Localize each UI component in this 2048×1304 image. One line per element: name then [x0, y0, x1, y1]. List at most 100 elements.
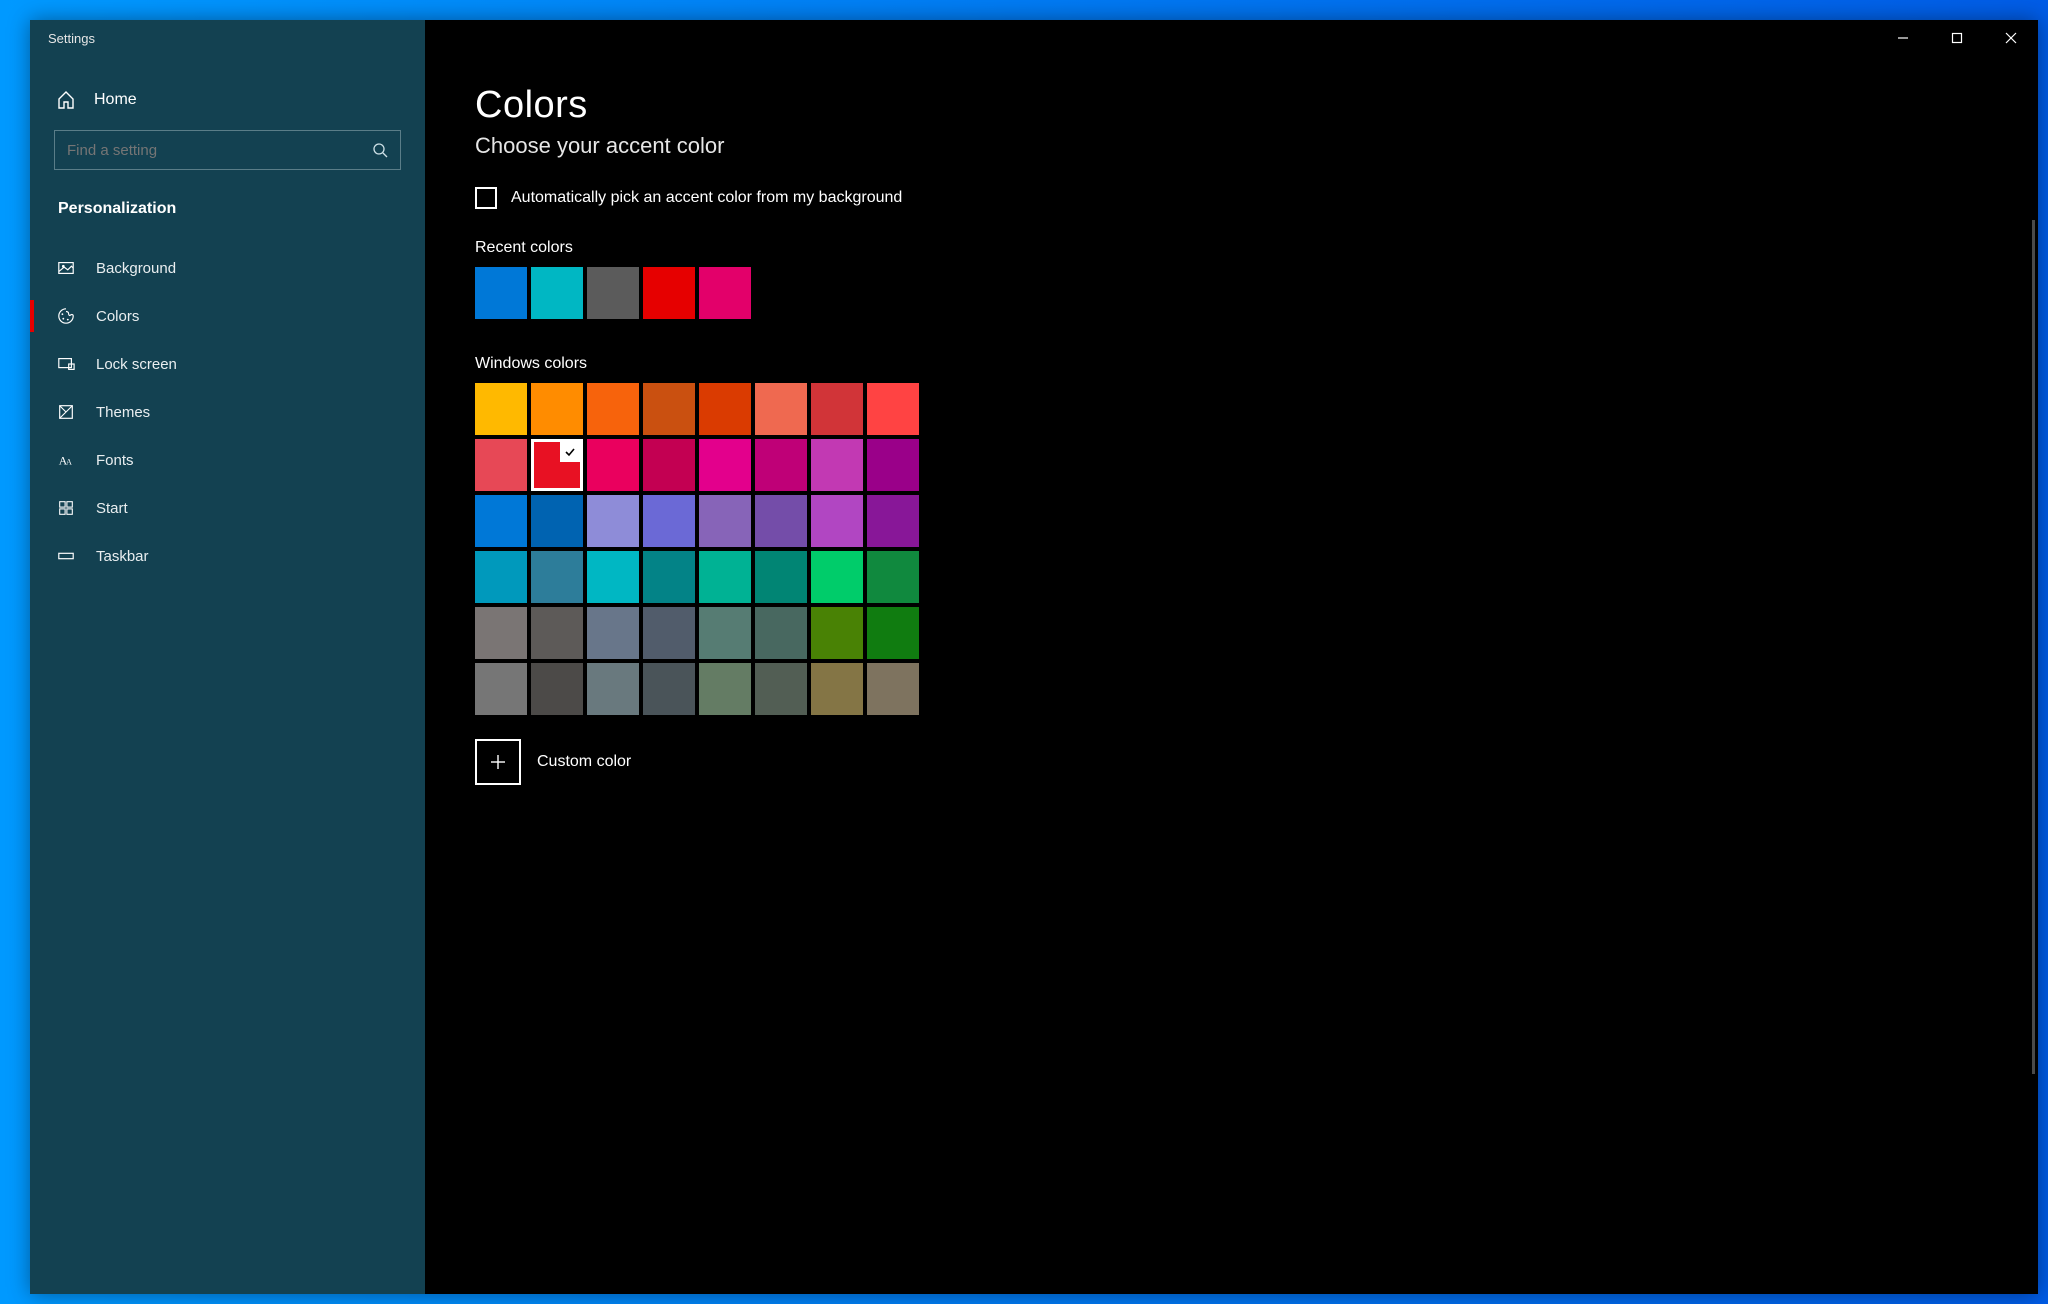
image-icon — [56, 258, 76, 278]
nav-list: BackgroundColorsLock screenThemesAAFonts… — [30, 244, 425, 580]
color-swatch[interactable] — [643, 495, 695, 547]
maximize-icon — [1951, 32, 1963, 44]
color-swatch[interactable] — [643, 607, 695, 659]
color-swatch[interactable] — [475, 607, 527, 659]
color-swatch[interactable] — [755, 495, 807, 547]
settings-window: Settings Home — [30, 20, 2038, 1294]
color-swatch[interactable] — [531, 607, 583, 659]
search-icon — [372, 142, 388, 158]
color-swatch[interactable] — [867, 551, 919, 603]
sidebar-item-colors[interactable]: Colors — [30, 292, 425, 340]
home-label: Home — [94, 91, 137, 109]
color-swatch[interactable] — [587, 383, 639, 435]
color-swatch[interactable] — [755, 439, 807, 491]
recent-colors-label: Recent colors — [475, 239, 1988, 257]
color-swatch[interactable] — [531, 495, 583, 547]
color-swatch[interactable] — [587, 663, 639, 715]
color-swatch[interactable] — [475, 439, 527, 491]
recent-color-swatch[interactable] — [587, 267, 639, 319]
color-swatch[interactable] — [755, 607, 807, 659]
recent-color-swatch[interactable] — [475, 267, 527, 319]
start-icon — [56, 498, 76, 518]
recent-color-swatch[interactable] — [643, 267, 695, 319]
color-swatch[interactable] — [811, 439, 863, 491]
taskbar-icon — [56, 546, 76, 566]
color-swatch[interactable] — [811, 607, 863, 659]
color-swatch[interactable] — [867, 607, 919, 659]
color-swatch[interactable] — [587, 495, 639, 547]
minimize-button[interactable] — [1876, 20, 1930, 56]
color-swatch[interactable] — [643, 551, 695, 603]
sidebar-item-label: Lock screen — [96, 356, 177, 373]
color-swatch[interactable] — [587, 439, 639, 491]
scrollbar[interactable] — [2032, 220, 2035, 1074]
sidebar-item-fonts[interactable]: AAFonts — [30, 436, 425, 484]
color-swatch[interactable] — [699, 439, 751, 491]
recent-color-swatch[interactable] — [699, 267, 751, 319]
home-icon — [56, 90, 76, 110]
color-swatch[interactable] — [475, 663, 527, 715]
recent-colors-row — [475, 267, 1988, 319]
color-swatch[interactable] — [867, 383, 919, 435]
sidebar-item-label: Themes — [96, 404, 150, 421]
color-swatch[interactable] — [699, 551, 751, 603]
color-swatch[interactable] — [867, 495, 919, 547]
color-swatch[interactable] — [811, 551, 863, 603]
search-box[interactable] — [54, 130, 401, 170]
themes-icon — [56, 402, 76, 422]
sidebar: Home Personalization Background Colors Loc… — [30, 20, 425, 1294]
color-swatch[interactable] — [699, 495, 751, 547]
color-swatch[interactable] — [755, 663, 807, 715]
color-swatch[interactable] — [699, 663, 751, 715]
color-swatch[interactable] — [811, 663, 863, 715]
windows-colors-grid — [475, 383, 1988, 715]
check-icon — [560, 442, 580, 462]
custom-color-label: Custom color — [537, 753, 631, 771]
color-swatch[interactable] — [755, 383, 807, 435]
color-swatch[interactable] — [475, 383, 527, 435]
color-swatch[interactable] — [587, 607, 639, 659]
sidebar-item-background[interactable]: Background — [30, 244, 425, 292]
color-swatch[interactable] — [811, 383, 863, 435]
window-controls — [1876, 20, 2038, 56]
sidebar-item-start[interactable]: Start — [30, 484, 425, 532]
search-input[interactable] — [67, 142, 372, 159]
plus-icon — [489, 753, 507, 771]
color-swatch[interactable] — [867, 439, 919, 491]
sidebar-item-label: Background — [96, 260, 176, 277]
sidebar-item-lock-screen[interactable]: Lock screen — [30, 340, 425, 388]
auto-accent-checkbox[interactable]: Automatically pick an accent color from … — [475, 187, 1988, 209]
color-swatch[interactable] — [531, 551, 583, 603]
close-icon — [2005, 32, 2017, 44]
sidebar-item-label: Colors — [96, 308, 139, 325]
search-container — [30, 130, 425, 194]
sidebar-item-themes[interactable]: Themes — [30, 388, 425, 436]
sidebar-item-taskbar[interactable]: Taskbar — [30, 532, 425, 580]
close-button[interactable] — [1984, 20, 2038, 56]
category-label: Personalization — [30, 194, 425, 244]
color-swatch[interactable] — [475, 551, 527, 603]
color-swatch[interactable] — [643, 663, 695, 715]
color-swatch[interactable] — [811, 495, 863, 547]
color-swatch[interactable] — [755, 551, 807, 603]
color-swatch[interactable] — [643, 383, 695, 435]
auto-accent-label: Automatically pick an accent color from … — [511, 189, 902, 207]
color-swatch[interactable] — [531, 663, 583, 715]
color-swatch[interactable] — [699, 383, 751, 435]
home-link[interactable]: Home — [30, 74, 425, 130]
color-swatch[interactable] — [867, 663, 919, 715]
color-swatch[interactable] — [531, 439, 583, 491]
color-swatch[interactable] — [643, 439, 695, 491]
color-swatch[interactable] — [531, 383, 583, 435]
color-swatch[interactable] — [699, 607, 751, 659]
color-swatch[interactable] — [475, 495, 527, 547]
lock-screen-icon — [56, 354, 76, 374]
palette-icon — [56, 306, 76, 326]
page-subheading: Choose your accent color — [475, 133, 1988, 159]
custom-color-button[interactable] — [475, 739, 521, 785]
sidebar-item-label: Fonts — [96, 452, 134, 469]
maximize-button[interactable] — [1930, 20, 1984, 56]
color-swatch[interactable] — [587, 551, 639, 603]
svg-text:A: A — [66, 458, 72, 467]
recent-color-swatch[interactable] — [531, 267, 583, 319]
